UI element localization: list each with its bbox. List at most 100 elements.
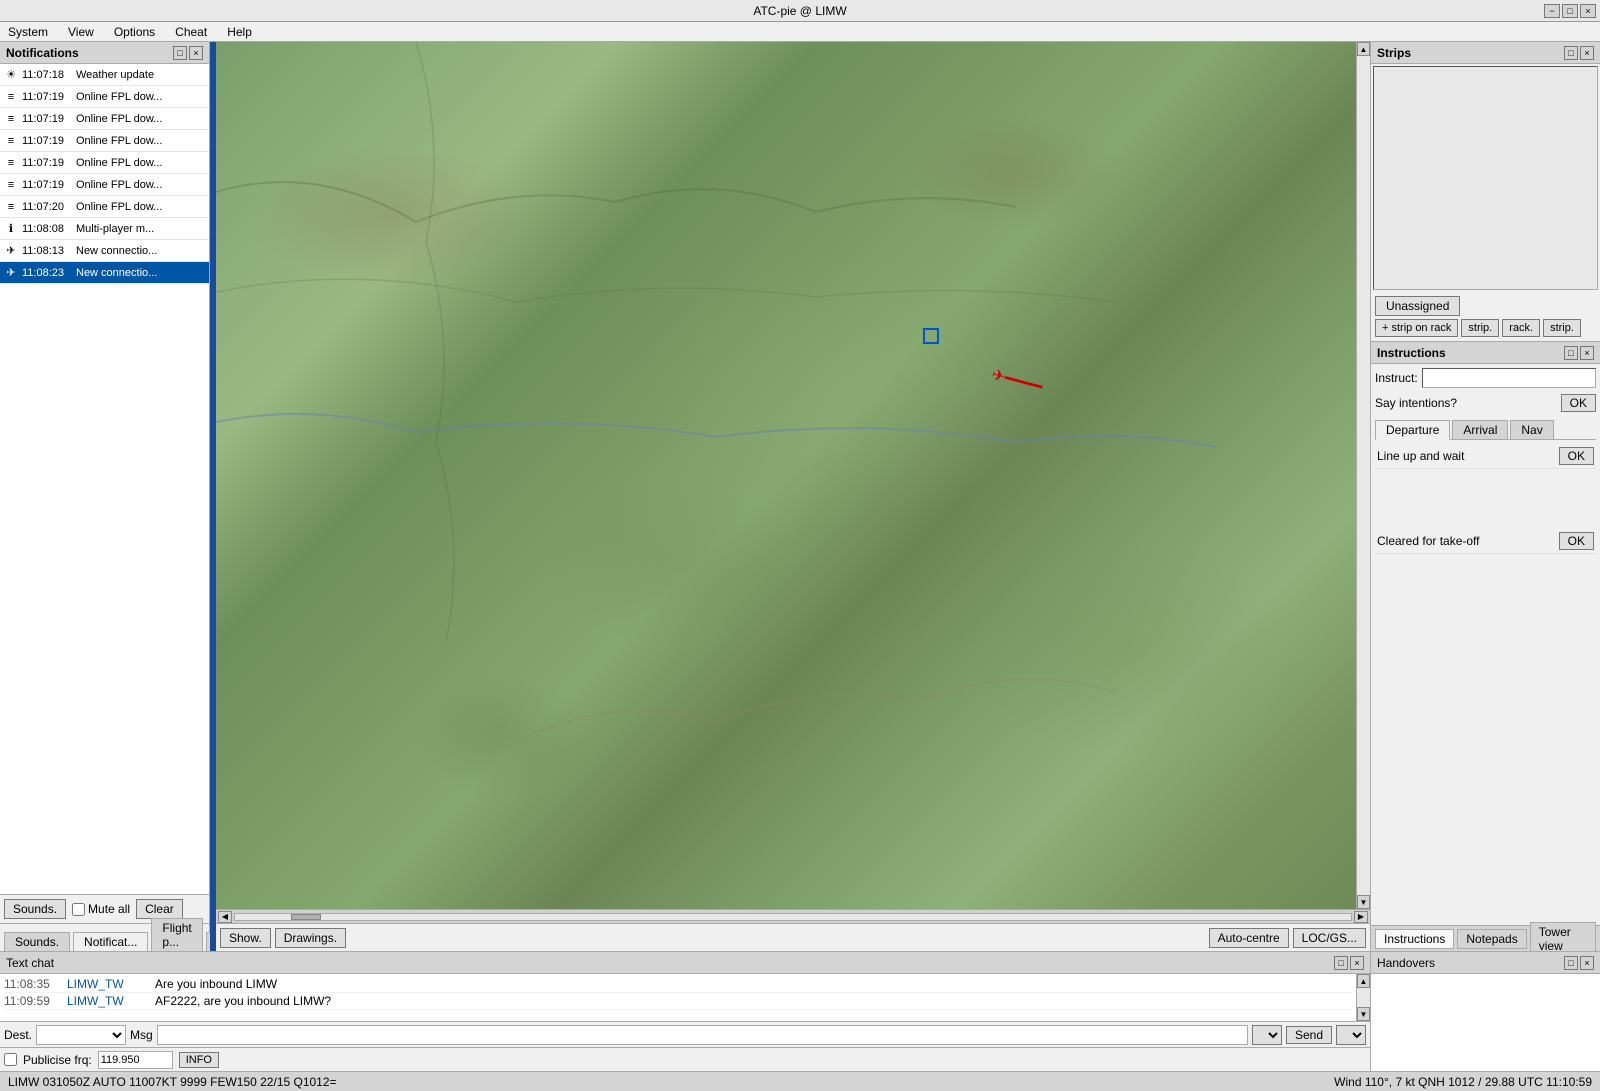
text-chat-pin-button[interactable]: □: [1334, 956, 1348, 970]
menu-view[interactable]: View: [64, 23, 98, 41]
notif-item-fpl6[interactable]: ≡ 11:07:20 Online FPL dow...: [0, 196, 209, 218]
send-button[interactable]: Send: [1286, 1026, 1332, 1044]
strips-close-button[interactable]: ×: [1580, 46, 1594, 60]
fpl-icon6: ≡: [4, 200, 18, 214]
chat-message-input[interactable]: [157, 1025, 1248, 1045]
map-container[interactable]: ✈━━━━: [216, 42, 1356, 909]
tab-sounds[interactable]: Sounds.: [4, 932, 70, 951]
notif-item-weather[interactable]: ☀ 11:07:18 Weather update: [0, 64, 209, 86]
notif-time3: 11:07:19: [22, 135, 72, 147]
mute-all-label[interactable]: Mute all: [72, 902, 130, 916]
maximize-button[interactable]: □: [1562, 4, 1578, 18]
freq-input[interactable]: [98, 1051, 173, 1069]
chat-msg-2: 11:09:59 LIMW_TW AF2222, are you inbound…: [4, 993, 1352, 1010]
strip-action-row: + strip on rack strip. rack. strip.: [1375, 319, 1596, 337]
text-chat-close-button[interactable]: ×: [1350, 956, 1364, 970]
instructions-panel-controls: □ ×: [1564, 346, 1594, 360]
send-options-dropdown[interactable]: [1252, 1025, 1282, 1045]
map-vertical-scrollbar: ▲ ▼: [1356, 42, 1370, 909]
notif-text-fpl6: Online FPL dow...: [76, 201, 162, 213]
hscroll-right-button[interactable]: ▶: [1354, 911, 1368, 923]
chat-time-1: 11:08:35: [4, 977, 59, 991]
handovers-pin-button[interactable]: □: [1564, 956, 1578, 970]
lineup-wait-ok-button[interactable]: OK: [1559, 447, 1594, 465]
chat-input-row: Dest. Msg Send: [0, 1021, 1370, 1047]
show-button[interactable]: Show.: [220, 928, 271, 948]
strips-pin-button[interactable]: □: [1564, 46, 1578, 60]
menu-help[interactable]: Help: [223, 23, 256, 41]
drawings-button[interactable]: Drawings.: [275, 928, 346, 948]
instructions-close-button[interactable]: ×: [1580, 346, 1594, 360]
cleared-takeoff-text: Cleared for take-off: [1377, 534, 1480, 548]
instruct-label: Instruct:: [1375, 371, 1418, 385]
tab-notepads[interactable]: Notepads: [1457, 929, 1526, 949]
vscroll-down-button[interactable]: ▼: [1357, 895, 1370, 909]
tab-tower-view[interactable]: Tower view: [1530, 922, 1596, 952]
hscroll-left-button[interactable]: ◀: [218, 911, 232, 923]
status-bar: LIMW 031050Z AUTO 11007KT 9999 FEW150 22…: [0, 1071, 1600, 1091]
instructions-pin-button[interactable]: □: [1564, 346, 1578, 360]
unassigned-tab[interactable]: Unassigned: [1375, 296, 1460, 316]
connect-icon2: ✈: [4, 266, 18, 280]
strip-on-rack-button[interactable]: + strip on rack: [1375, 319, 1458, 337]
say-intentions-label: Say intentions?: [1375, 396, 1557, 410]
handovers-panel: Handovers □ ×: [1370, 952, 1600, 1071]
map-toolbar: Show. Drawings. Auto-centre LOC/GS...: [216, 923, 1370, 951]
notif-item-fpl4[interactable]: ≡ 11:07:19 Online FPL dow...: [0, 152, 209, 174]
strip2-button[interactable]: strip.: [1543, 319, 1581, 337]
menu-options[interactable]: Options: [110, 23, 159, 41]
strip-button[interactable]: strip.: [1461, 319, 1499, 337]
notif-time7: 11:08:08: [22, 223, 72, 235]
notif-item-fpl1[interactable]: ≡ 11:07:19 Online FPL dow...: [0, 86, 209, 108]
aircraft-marker: ✈━━━━: [991, 371, 1051, 383]
minimize-button[interactable]: −: [1544, 4, 1560, 18]
notif-time: 11:07:18: [22, 69, 72, 81]
menu-system[interactable]: System: [4, 23, 52, 41]
chat-messages: 11:08:35 LIMW_TW Are you inbound LIMW 11…: [0, 974, 1356, 1021]
tab-notifications[interactable]: Notificat...: [73, 932, 148, 951]
handovers-close-button[interactable]: ×: [1580, 956, 1594, 970]
vscroll-up-button[interactable]: ▲: [1357, 42, 1370, 56]
strips-controls: □ ×: [1564, 46, 1594, 60]
connect-icon1: ✈: [4, 244, 18, 258]
map-horizontal-scrollbar: ◀ ▶: [216, 909, 1370, 923]
tab-departure[interactable]: Departure: [1375, 420, 1450, 440]
publicise-freq-checkbox[interactable]: [4, 1053, 17, 1066]
dest-select[interactable]: [36, 1025, 126, 1045]
notif-item-connect1[interactable]: ✈ 11:08:13 New connectio...: [0, 240, 209, 262]
notif-item-fpl5[interactable]: ≡ 11:07:19 Online FPL dow...: [0, 174, 209, 196]
cleared-takeoff-ok-button[interactable]: OK: [1559, 532, 1594, 550]
close-button[interactable]: ×: [1580, 4, 1596, 18]
instructions-header: Instructions □ ×: [1371, 342, 1600, 364]
instruction-item-clearance: Cleared for take-off OK: [1375, 529, 1596, 554]
sounds-button[interactable]: Sounds.: [4, 899, 66, 919]
notif-item-connect2[interactable]: ✈ 11:08:23 New connectio...: [0, 262, 209, 284]
notif-item-fpl2[interactable]: ≡ 11:07:19 Online FPL dow...: [0, 108, 209, 130]
notifications-pin-button[interactable]: □: [173, 46, 187, 60]
strips-header: Strips □ ×: [1371, 42, 1600, 64]
tab-instructions[interactable]: Instructions: [1375, 929, 1454, 949]
freq-info-button[interactable]: INFO: [179, 1052, 219, 1068]
notifications-close-button[interactable]: ×: [189, 46, 203, 60]
chat-scroll-down[interactable]: ▼: [1357, 1007, 1370, 1021]
notif-text-weather: Weather update: [76, 69, 154, 81]
window-title: ATC-pie @ LIMW: [753, 4, 846, 18]
loc-gs-button[interactable]: LOC/GS...: [1293, 928, 1366, 948]
notif-time6: 11:07:20: [22, 201, 72, 213]
say-intentions-ok-button[interactable]: OK: [1561, 394, 1596, 412]
notif-item-fpl3[interactable]: ≡ 11:07:19 Online FPL dow...: [0, 130, 209, 152]
clear-button[interactable]: Clear: [136, 899, 183, 919]
rack-button[interactable]: rack.: [1502, 319, 1540, 337]
tab-arrival[interactable]: Arrival: [1452, 420, 1508, 439]
mute-all-checkbox[interactable]: [72, 903, 85, 916]
menu-cheat[interactable]: Cheat: [171, 23, 211, 41]
send-mode-dropdown[interactable]: [1336, 1025, 1366, 1045]
tab-nav[interactable]: Nav: [1510, 420, 1553, 439]
auto-centre-button[interactable]: Auto-centre: [1209, 928, 1289, 948]
instruct-input[interactable]: [1422, 368, 1596, 388]
right-panel: Strips □ × Unassigned + strip on rack st…: [1370, 42, 1600, 951]
tab-flightplan[interactable]: Flight p...: [151, 918, 202, 951]
handovers-content: [1371, 974, 1600, 1071]
notif-item-multiplayer[interactable]: ℹ 11:08:08 Multi-player m...: [0, 218, 209, 240]
chat-scroll-up[interactable]: ▲: [1357, 974, 1370, 988]
